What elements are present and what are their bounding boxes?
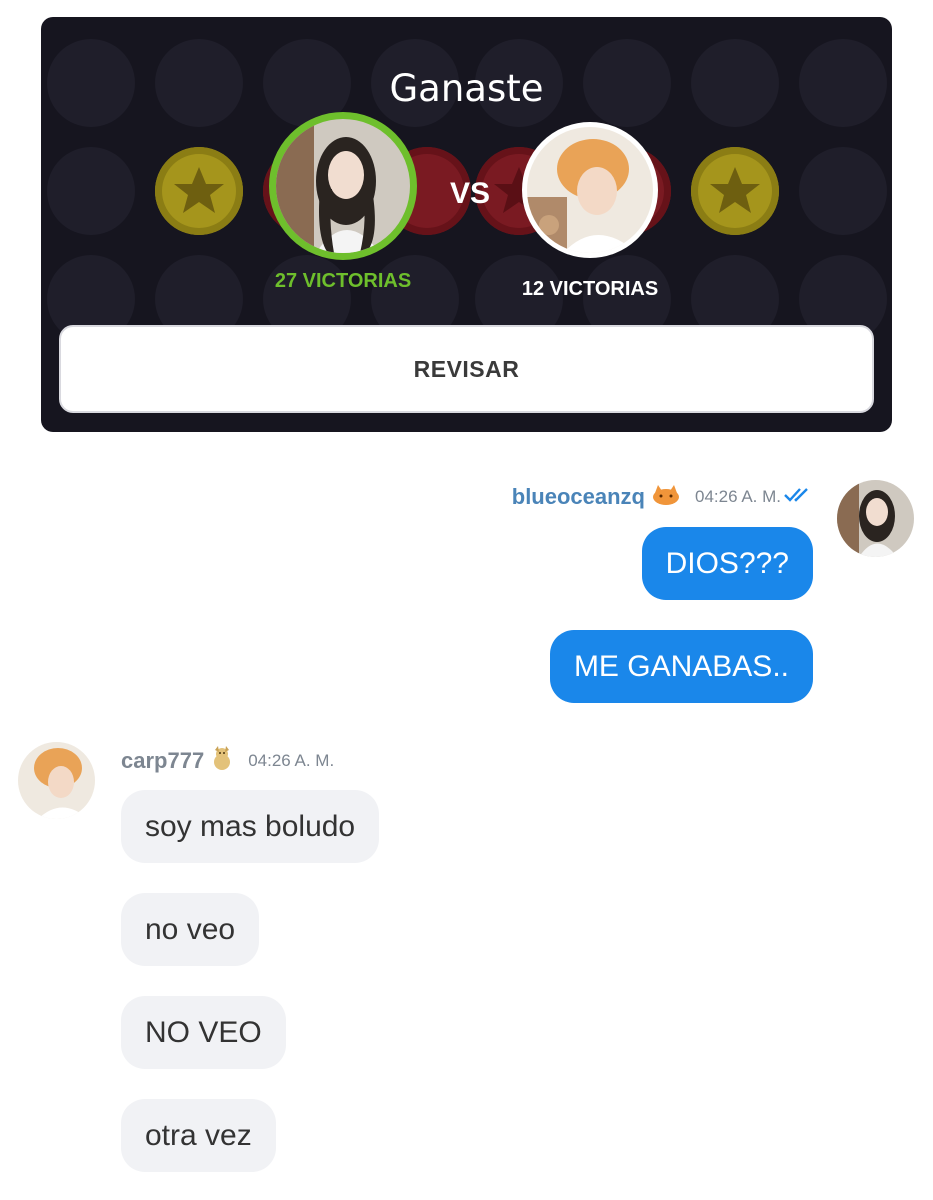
review-button[interactable]: REVISAR <box>59 325 874 413</box>
board-hole <box>47 147 135 235</box>
outgoing-message-bubble: ME GANABAS.. <box>549 630 813 703</box>
yellow-chip <box>691 147 779 235</box>
recipient-avatar[interactable] <box>18 742 95 819</box>
player1-avatar <box>269 112 417 260</box>
game-result-card: Ganaste 27 VICTORIAS VS 12 VICTORIAS REV… <box>41 17 892 432</box>
star-icon <box>710 167 760 213</box>
incoming-message-header: carp777 04:26 A. M. <box>121 746 334 776</box>
player-opponent: 12 VICTORIAS <box>500 112 680 301</box>
incoming-message-bubble: soy mas boludo <box>121 790 380 863</box>
incoming-message-bubble: no veo <box>121 893 260 966</box>
player2-avatar-image <box>527 127 653 253</box>
star-icon <box>174 167 224 213</box>
cat-badge-icon <box>651 484 681 510</box>
sender-username[interactable]: blueoceanzq <box>512 484 645 510</box>
player1-avatar-image <box>276 119 410 253</box>
yellow-chip <box>155 147 243 235</box>
incoming-message-bubble: otra vez <box>121 1099 276 1172</box>
player1-wins: 27 VICTORIAS <box>274 270 412 292</box>
dog-badge-icon <box>210 746 234 776</box>
outgoing-message-header: blueoceanzq 04:26 A. M. <box>512 484 815 510</box>
double-check-icon <box>783 487 815 507</box>
board-hole <box>799 147 887 235</box>
player-winner: 27 VICTORIAS <box>253 112 433 293</box>
outgoing-message-bubble: DIOS??? <box>641 527 813 600</box>
recipient-username[interactable]: carp777 <box>121 748 204 774</box>
player2-wins: 12 VICTORIAS <box>521 278 659 300</box>
game-result-title: Ganaste <box>389 67 544 110</box>
message-time: 04:26 A. M. <box>695 487 781 506</box>
player2-avatar <box>522 122 658 258</box>
incoming-message-bubble: NO VEO <box>121 996 286 1069</box>
message-time: 04:26 A. M. <box>248 751 335 770</box>
vs-label: VS <box>449 177 491 210</box>
sender-avatar[interactable] <box>837 480 914 557</box>
